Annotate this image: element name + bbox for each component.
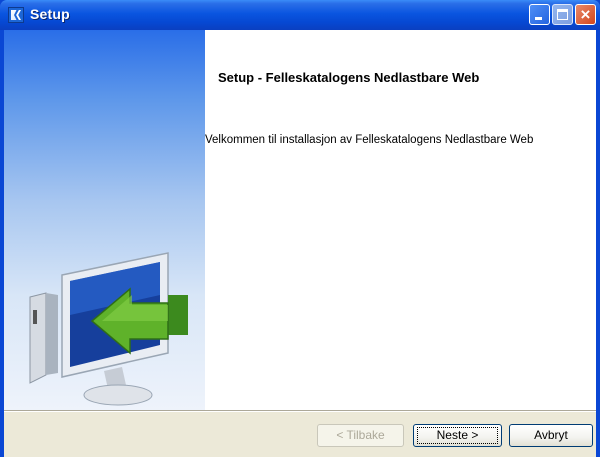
window-title: Setup bbox=[30, 6, 70, 22]
focus-rectangle bbox=[417, 427, 498, 444]
welcome-text: Velkommen til installasjon av Felleskata… bbox=[205, 134, 534, 146]
title-bar[interactable]: Setup × bbox=[0, 0, 600, 30]
wizard-side-panel bbox=[4, 30, 205, 410]
minimize-icon bbox=[535, 17, 542, 20]
minimize-button[interactable] bbox=[529, 4, 550, 25]
wizard-content-panel: Setup - Felleskatalogens Nedlastbare Web… bbox=[205, 30, 596, 410]
button-divider bbox=[4, 410, 596, 412]
dialog-client-area: Setup - Felleskatalogens Nedlastbare Web… bbox=[4, 30, 596, 457]
maximize-button bbox=[552, 4, 573, 25]
close-icon: × bbox=[580, 5, 591, 24]
cancel-button[interactable]: Avbryt bbox=[509, 424, 593, 447]
next-button[interactable]: Neste > bbox=[413, 424, 502, 447]
setup-window: Setup × Setup - Felleskatalogens Nedlast… bbox=[0, 0, 600, 457]
app-icon bbox=[8, 7, 24, 23]
back-button: < Tilbake bbox=[317, 424, 404, 447]
page-title: Setup - Felleskatalogens Nedlastbare Web bbox=[218, 70, 480, 85]
maximize-icon bbox=[557, 9, 568, 20]
close-button[interactable]: × bbox=[575, 4, 596, 25]
computer-install-arrow-icon bbox=[29, 252, 188, 406]
